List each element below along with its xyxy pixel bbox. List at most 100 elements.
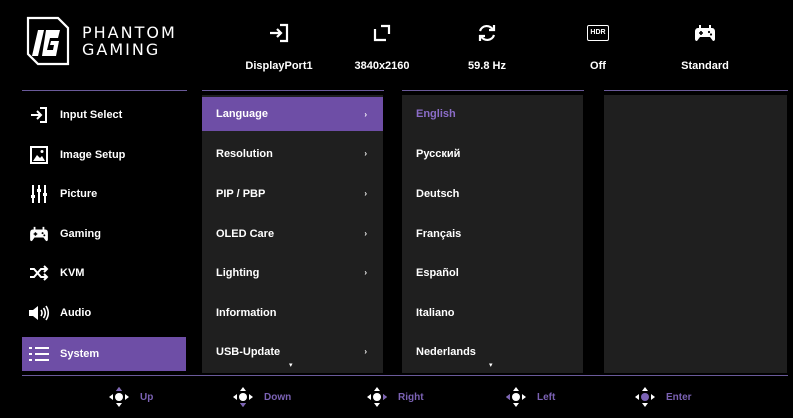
language-label: Español [416, 266, 459, 279]
nav-hint-left: Left [505, 386, 555, 408]
nav-hint-label: Down [264, 391, 292, 403]
language-option-spanish[interactable]: Español [402, 256, 583, 289]
divider-extra [604, 90, 788, 91]
main-menu-label: Picture [60, 187, 98, 200]
nav-hint-label: Up [140, 391, 154, 403]
phantom-gaming-logo-icon [26, 16, 70, 66]
main-menu-item-gaming[interactable]: Gaming [22, 217, 186, 250]
main-menu: Input Select Image Setup Picture Gaming … [22, 95, 186, 373]
main-menu-item-input-select[interactable]: Input Select [22, 98, 186, 131]
nav-hint-label: Left [537, 391, 556, 403]
resolution-icon [332, 20, 432, 46]
chevron-right-icon: › [364, 189, 367, 198]
status-input: DisplayPort1 [229, 20, 329, 72]
language-option-english[interactable]: English [402, 97, 583, 130]
language-option-russian[interactable]: Русский [402, 137, 583, 170]
chevron-right-icon: › [364, 347, 367, 356]
brand-line1: PHANTOM [82, 23, 177, 42]
input-icon [229, 20, 329, 46]
status-refresh-value: 59.8 Hz [468, 60, 506, 72]
dpad-left-icon [506, 387, 526, 407]
status-game-mode-value: Standard [681, 60, 729, 72]
language-label: English [416, 107, 456, 120]
divider-footer [22, 375, 788, 376]
nav-hint-right: Right [366, 386, 424, 408]
nav-hint-label: Right [398, 391, 424, 403]
chevron-right-icon: › [364, 109, 367, 119]
main-menu-item-image-setup[interactable]: Image Setup [22, 138, 186, 171]
language-label: Nederlands [416, 345, 476, 358]
main-menu-item-picture[interactable]: Picture [22, 177, 186, 210]
submenu-item-resolution[interactable]: Resolution › [202, 137, 383, 170]
submenu-item-language[interactable]: Language › [202, 97, 383, 131]
submenu-label: Lighting [216, 266, 260, 279]
chevron-right-icon: › [364, 268, 367, 277]
brand-line2: GAMING [82, 40, 161, 59]
footer-nav: Up Down Right Left Enter [0, 378, 793, 418]
gamepad-icon [655, 20, 755, 46]
main-menu-label: Input Select [60, 108, 123, 121]
main-menu-item-audio[interactable]: Audio [22, 296, 186, 329]
language-label: Русский [416, 147, 461, 160]
header-bar: PHANTOM GAMING DisplayPort1 3840x2160 59… [0, 0, 793, 86]
divider-values [402, 90, 584, 91]
submenu-label: Language [216, 108, 268, 120]
language-option-german[interactable]: Deutsch [402, 177, 583, 210]
language-option-italian[interactable]: Italiano [402, 296, 583, 329]
kvm-shuffle-icon [28, 264, 50, 282]
divider-system [202, 90, 384, 91]
brand-name: PHANTOM GAMING [82, 24, 177, 58]
brand-logo: PHANTOM GAMING [18, 12, 177, 70]
submenu-item-oled-care[interactable]: OLED Care › [202, 217, 383, 250]
submenu-item-information[interactable]: Information [202, 296, 383, 329]
chevron-right-icon: › [364, 229, 367, 238]
system-submenu: Language › Resolution › PIP / PBP › OLED… [202, 95, 383, 373]
status-resolution: 3840x2160 [332, 20, 432, 72]
nav-hint-label: Enter [666, 391, 692, 403]
main-menu-label: Gaming [60, 227, 101, 240]
main-menu-item-kvm[interactable]: KVM [22, 256, 186, 289]
divider-main [22, 90, 187, 91]
dpad-right-icon [367, 387, 387, 407]
main-menu-label: System [60, 348, 100, 360]
list-icon [28, 345, 50, 363]
detail-panel [604, 95, 787, 373]
hdr-icon: HDR [548, 20, 648, 46]
dpad-enter-icon [635, 387, 655, 407]
language-option-french[interactable]: Français [402, 217, 583, 250]
status-resolution-value: 3840x2160 [354, 60, 410, 72]
status-refresh: 59.8 Hz [437, 20, 537, 72]
submenu-label: Resolution [216, 147, 273, 160]
submenu-label: Information [216, 306, 277, 319]
chevron-right-icon: › [364, 149, 367, 158]
main-menu-label: Audio [60, 306, 92, 319]
nav-hint-enter: Enter [634, 386, 692, 408]
language-label: Deutsch [416, 187, 460, 200]
main-menu-label: Image Setup [60, 148, 126, 161]
image-setup-icon [28, 145, 50, 164]
dpad-down-icon [233, 387, 253, 407]
nav-hint-up: Up [108, 386, 153, 408]
speaker-icon [28, 304, 50, 322]
scroll-down-icon[interactable]: ▾ [289, 361, 293, 369]
language-label: Français [416, 227, 462, 240]
submenu-label: USB-Update [216, 345, 281, 358]
language-label: Italiano [416, 306, 455, 319]
refresh-rate-icon [437, 20, 537, 46]
submenu-item-lighting[interactable]: Lighting › [202, 256, 383, 289]
scroll-down-icon[interactable]: ▾ [489, 361, 493, 369]
status-input-value: DisplayPort1 [245, 60, 313, 72]
input-select-icon [28, 106, 50, 124]
gamepad-icon [28, 225, 50, 243]
main-menu-label: KVM [60, 266, 85, 279]
status-hdr-value: Off [590, 60, 606, 72]
submenu-label: OLED Care [216, 227, 275, 240]
submenu-item-pip-pbp[interactable]: PIP / PBP › [202, 177, 383, 210]
main-menu-item-system[interactable]: System [22, 337, 186, 371]
hdr-icon-label: HDR [587, 25, 609, 41]
status-hdr: HDR Off [548, 20, 648, 72]
nav-hint-down: Down [232, 386, 291, 408]
language-options: English Русский Deutsch Français Español… [402, 95, 583, 373]
submenu-label: PIP / PBP [216, 187, 266, 200]
picture-sliders-icon [28, 184, 50, 203]
